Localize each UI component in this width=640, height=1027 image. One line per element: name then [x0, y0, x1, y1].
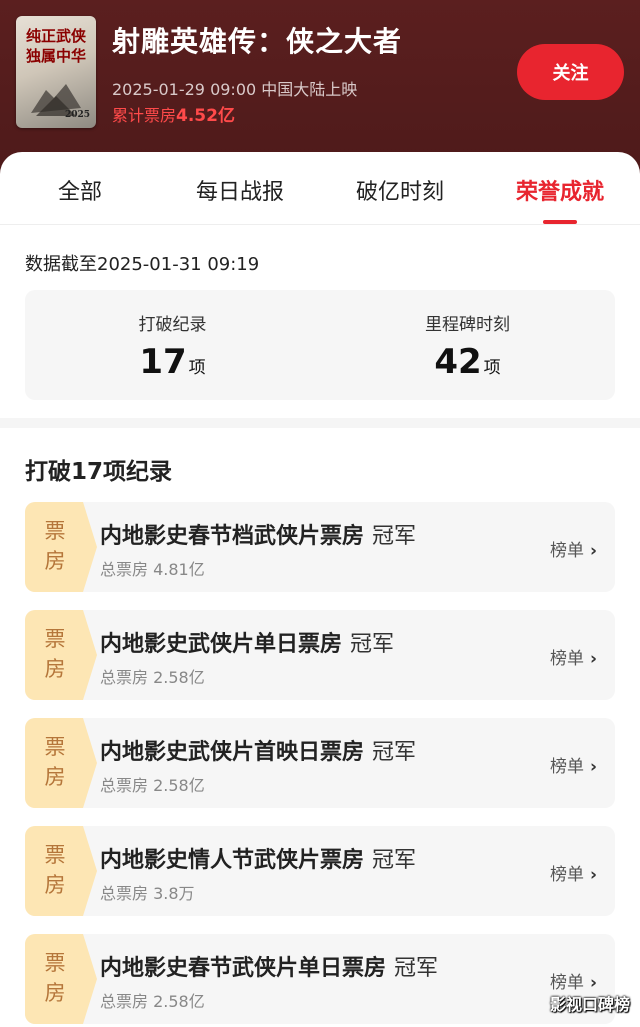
watermark: 影视口碑榜 — [549, 995, 630, 1014]
chevron-right-icon: › — [589, 973, 597, 993]
record-tag: 冠军 — [372, 740, 417, 765]
badge-label: 票房 — [44, 627, 66, 681]
release-info: 2025-01-29 09:00 中国大陆上映 — [112, 80, 358, 99]
tab-100m-moments[interactable]: 破亿时刻 — [320, 174, 480, 214]
record-name: 内地影史情人节武侠片票房 — [100, 848, 365, 873]
stat-milestones[interactable]: 里程碑时刻 42 项 — [320, 290, 615, 400]
chevron-right-icon: › — [589, 541, 597, 561]
record-title: 内地影史武侠片单日票房 冠军 — [100, 626, 394, 658]
stat-unit: 项 — [483, 358, 501, 378]
record-card[interactable]: 票房 内地影史春节档武侠片票房 冠军 总票房 4.81亿 榜单 › — [25, 502, 615, 592]
badge-label: 票房 — [44, 519, 66, 573]
record-title: 内地影史武侠片首映日票房 冠军 — [100, 734, 416, 766]
data-as-of: 数据截至2025-01-31 09:19 — [25, 254, 260, 275]
record-card[interactable]: 票房 内地影史武侠片单日票房 冠军 总票房 2.58亿 榜单 › — [25, 610, 615, 700]
records-section: 打破17项纪录 票房 内地影史春节档武侠片票房 冠军 总票房 4.81亿 榜单 › … — [0, 428, 640, 1027]
ranking-link[interactable]: 榜单 › — [550, 968, 597, 993]
boxoffice-value: 4.52亿 — [176, 106, 235, 126]
chevron-right-icon: › — [589, 757, 597, 777]
badge-notch — [83, 826, 97, 916]
page: 纯正武侠 独属中华 2025 射雕英雄传：侠之大者 2025-01-29 09:… — [0, 0, 640, 1027]
ranking-label: 榜单 — [549, 865, 584, 885]
movie-title: 射雕英雄传：侠之大者 — [112, 25, 403, 58]
badge-notch — [83, 718, 97, 808]
stat-value: 42 项 — [320, 342, 615, 382]
record-name: 内地影史武侠片首映日票房 — [100, 740, 365, 765]
badge-label: 票房 — [44, 843, 66, 897]
section-title: 打破17项纪录 — [25, 459, 173, 485]
badge-label: 票房 — [44, 951, 66, 1005]
chevron-right-icon: › — [589, 865, 597, 885]
ranking-link[interactable]: 榜单 › — [550, 536, 597, 561]
stat-value: 17 项 — [25, 342, 320, 382]
ranking-label: 榜单 — [549, 757, 584, 777]
record-card[interactable]: 票房 内地影史武侠片首映日票房 冠军 总票房 2.58亿 榜单 › — [25, 718, 615, 808]
record-tag: 冠军 — [394, 956, 439, 981]
record-card[interactable]: 票房 内地影史春节武侠片单日票房 冠军 总票房 2.58亿 榜单 › — [25, 934, 615, 1024]
tab-daily-report[interactable]: 每日战报 — [160, 174, 320, 214]
tab-all[interactable]: 全部 — [0, 174, 160, 214]
stat-label: 里程碑时刻 — [425, 315, 510, 335]
badge-notch — [83, 934, 97, 1024]
stat-number: 17 — [139, 342, 187, 382]
record-subtitle: 总票房 3.8万 — [100, 884, 195, 903]
record-subtitle: 总票房 4.81亿 — [100, 560, 205, 579]
ranking-label: 榜单 — [549, 649, 584, 669]
chevron-right-icon: › — [589, 649, 597, 669]
record-title: 内地影史情人节武侠片票房 冠军 — [100, 842, 416, 874]
follow-button[interactable]: 关注 — [517, 44, 624, 100]
stats-panel: 打破纪录 17 项 里程碑时刻 42 项 — [25, 290, 615, 400]
record-tag: 冠军 — [372, 524, 417, 549]
record-card[interactable]: 票房 内地影史情人节武侠片票房 冠军 总票房 3.8万 榜单 › — [25, 826, 615, 916]
badge-notch — [83, 610, 97, 700]
ranking-label: 榜单 — [549, 973, 584, 993]
record-name: 内地影史春节武侠片单日票房 — [100, 956, 387, 981]
tab-bar: 全部 每日战报 破亿时刻 荣誉成就 — [0, 152, 640, 224]
movie-poster[interactable]: 纯正武侠 独属中华 2025 — [16, 16, 96, 128]
badge-label: 票房 — [44, 735, 66, 789]
record-name: 内地影史春节档武侠片票房 — [100, 524, 365, 549]
ranking-label: 榜单 — [549, 541, 584, 561]
stat-records-broken[interactable]: 打破纪录 17 项 — [25, 290, 320, 400]
boxoffice-label: 累计票房 — [112, 106, 177, 125]
ranking-link[interactable]: 榜单 › — [550, 860, 597, 885]
record-subtitle: 总票房 2.58亿 — [100, 668, 205, 687]
cumulative-boxoffice: 累计票房4.52亿 — [112, 101, 235, 126]
poster-year: 2025 — [64, 110, 90, 120]
record-subtitle: 总票房 2.58亿 — [100, 776, 205, 795]
stat-label: 打破纪录 — [138, 315, 207, 335]
tab-honors[interactable]: 荣誉成就 — [480, 174, 640, 214]
poster-text: 纯正武侠 独属中华 — [25, 27, 86, 65]
record-title: 内地影史春节武侠片单日票房 冠军 — [100, 950, 438, 982]
main-panel: 全部 每日战报 破亿时刻 荣誉成就 数据截至2025-01-31 09:19 打… — [0, 152, 640, 418]
stat-unit: 项 — [188, 358, 206, 378]
record-name: 内地影史武侠片单日票房 — [100, 632, 343, 657]
record-title: 内地影史春节档武侠片票房 冠军 — [100, 518, 416, 550]
record-tag: 冠军 — [350, 632, 395, 657]
movie-header: 纯正武侠 独属中华 2025 射雕英雄传：侠之大者 2025-01-29 09:… — [0, 0, 640, 175]
ranking-link[interactable]: 榜单 › — [550, 644, 597, 669]
ranking-link[interactable]: 榜单 › — [550, 752, 597, 777]
record-subtitle: 总票房 2.58亿 — [100, 992, 205, 1011]
stat-number: 42 — [434, 342, 482, 382]
badge-notch — [83, 502, 97, 592]
divider — [0, 224, 640, 225]
record-tag: 冠军 — [372, 848, 417, 873]
